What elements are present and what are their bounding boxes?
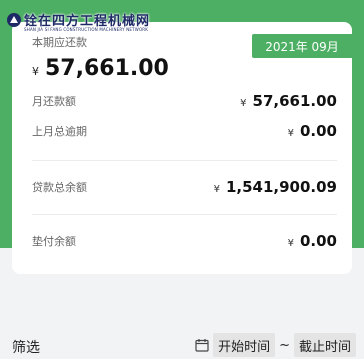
row-label: 垫付余额 xyxy=(32,235,76,248)
month-selector[interactable]: 2021年 09月 xyxy=(252,34,352,58)
divider xyxy=(32,214,337,215)
due-amount: ¥ 57,661.00 xyxy=(32,56,169,84)
row-value: 0.00 xyxy=(299,122,337,140)
row-value: 57,661.00 xyxy=(252,92,337,110)
filter-button[interactable]: 筛选 xyxy=(12,337,40,357)
calendar-icon[interactable] xyxy=(195,338,209,352)
divider xyxy=(32,160,337,161)
row-label: 上月总逾期 xyxy=(32,125,87,138)
row-advance-balance: 垫付余额 ¥0.00 xyxy=(32,230,337,252)
row-loan-balance: 贷款总余额 ¥1,541,900.09 xyxy=(32,176,337,198)
period-label: 本期应还款 xyxy=(32,36,87,49)
range-separator: ~ xyxy=(279,337,290,353)
watermark-logo-icon xyxy=(7,13,21,27)
start-date-button[interactable]: 开始时间 xyxy=(213,333,276,357)
currency-symbol: ¥ xyxy=(240,98,247,109)
currency-symbol: ¥ xyxy=(287,238,294,249)
watermark-subtitle: SHAN JIA SI FANG CONSTRUCTION MACHINERY … xyxy=(24,27,149,32)
repayment-card: 本期应还款 2021年 09月 ¥ 57,661.00 月还款额 ¥57,661… xyxy=(12,22,352,274)
due-amount-value: 57,661.00 xyxy=(45,56,169,81)
date-range-picker: 开始时间 ~ 截止时间 xyxy=(195,333,356,357)
end-date-button[interactable]: 截止时间 xyxy=(293,333,356,357)
row-last-month-overdue: 上月总逾期 ¥0.00 xyxy=(32,120,337,142)
row-label: 月还款额 xyxy=(32,95,76,108)
watermark: 铨在四方工程机械网 SHAN JIA SI FANG CONSTRUCTION … xyxy=(4,10,149,36)
row-value: 0.00 xyxy=(299,232,337,250)
filter-bar: 筛选 开始时间 ~ 截止时间 xyxy=(0,327,364,359)
row-value: 1,541,900.09 xyxy=(225,178,337,196)
row-label: 贷款总余额 xyxy=(32,181,87,194)
currency-symbol: ¥ xyxy=(32,65,39,78)
currency-symbol: ¥ xyxy=(213,184,220,195)
currency-symbol: ¥ xyxy=(287,128,294,139)
row-monthly-payment: 月还款额 ¥57,661.00 xyxy=(32,90,337,112)
